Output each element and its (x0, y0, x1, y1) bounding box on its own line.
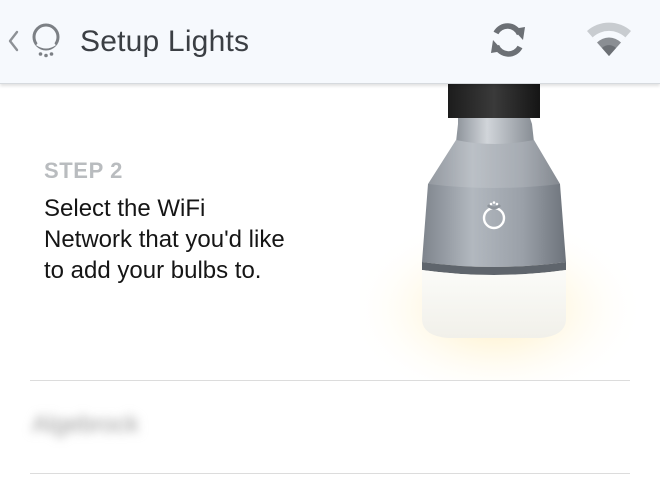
wifi-icon (584, 20, 634, 65)
bulb-illustration (360, 84, 660, 380)
up-navigation-button[interactable]: Setup Lights (0, 0, 290, 83)
step-label: STEP 2 (44, 158, 124, 183)
wifi-button[interactable] (580, 14, 638, 70)
network-list-item[interactable]: Algebrock (0, 381, 660, 473)
refresh-icon (485, 17, 531, 68)
page-title: Setup Lights (80, 25, 250, 58)
step-instruction: Select the WiFi Network that you'd like … (44, 195, 285, 284)
refresh-button[interactable] (480, 14, 536, 70)
chevron-left-icon (6, 26, 20, 56)
network-name: Algebrock (32, 411, 139, 438)
action-bar: Setup Lights (0, 0, 660, 84)
bulb-logo-icon (26, 20, 66, 64)
divider (30, 473, 630, 474)
